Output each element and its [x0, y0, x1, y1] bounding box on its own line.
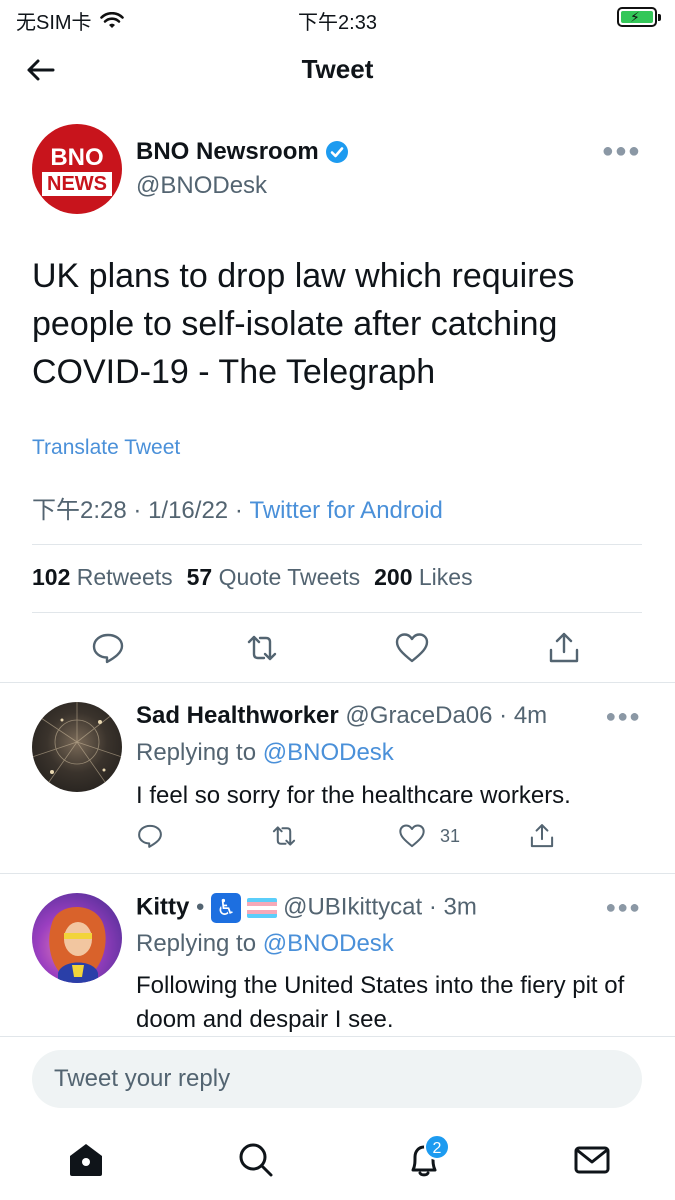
home-icon[interactable]: [66, 1140, 106, 1180]
avatar-image: [49, 906, 106, 983]
replying-prefix: Replying to: [136, 930, 257, 957]
reply-age: 4m: [513, 702, 548, 729]
messages-icon[interactable]: [572, 1140, 612, 1180]
divider: [0, 682, 675, 683]
share-icon[interactable]: [546, 630, 582, 666]
tweet-text: UK plans to drop law which requires peop…: [32, 257, 575, 391]
like-icon[interactable]: [394, 630, 430, 666]
reply-icon[interactable]: [136, 822, 164, 850]
likes-count: 200: [374, 564, 413, 590]
reply-author-handle[interactable]: @GraceDa06: [345, 702, 492, 729]
more-icon[interactable]: ●●●: [605, 706, 641, 727]
reply-author-name[interactable]: Kitty: [136, 893, 189, 920]
replying-to-link[interactable]: @BNODesk: [263, 930, 394, 957]
notifications-tab[interactable]: 2: [404, 1134, 450, 1180]
status-bar: 无SIM卡 下午2:33 ⚡: [0, 0, 675, 36]
reply-text: I feel so sorry for the healthcare worke…: [136, 782, 571, 809]
divider: [0, 873, 675, 874]
replying-prefix: Replying to: [136, 739, 257, 766]
tweet-date: 1/16/22: [148, 497, 229, 524]
reply-text: Following the United States into the fie…: [136, 972, 625, 1033]
meta-separator: ·: [133, 497, 149, 524]
tweet-source-link[interactable]: Twitter for Android: [249, 497, 442, 524]
search-icon[interactable]: [236, 1140, 276, 1180]
notifications-badge: 2: [424, 1134, 450, 1160]
tab-bar: 2: [0, 1126, 675, 1200]
tweet-time: 下午2:28: [32, 497, 127, 524]
reply-avatar[interactable]: [32, 702, 122, 792]
clock: 下午2:33: [298, 12, 377, 34]
meta-separator: ·: [234, 497, 250, 524]
avatar-image: [32, 702, 122, 792]
tweet-actions: [0, 630, 675, 670]
replying-to-link[interactable]: @BNODesk: [263, 739, 394, 766]
likes-label: Likes: [418, 564, 473, 590]
author-name[interactable]: BNO Newsroom: [136, 138, 349, 166]
avatar-logo-line2: NEWS: [42, 172, 112, 196]
divider: [32, 544, 642, 545]
likes-stat[interactable]: 200 Likes: [374, 564, 472, 591]
battery-icon: ⚡: [617, 7, 661, 27]
author-name-text: BNO Newsroom: [136, 138, 319, 165]
more-icon[interactable]: ●●●: [605, 897, 641, 918]
reply-input[interactable]: Tweet your reply: [32, 1050, 642, 1108]
like-icon[interactable]: [398, 822, 426, 850]
replying-to: Replying to @BNODesk: [136, 739, 394, 767]
reply-age: 3m: [443, 893, 477, 921]
reply-separator: ·: [422, 893, 444, 921]
reply-icon[interactable]: [90, 630, 126, 666]
author-handle[interactable]: @BNODesk: [136, 172, 267, 200]
top-header: Tweet: [0, 40, 675, 100]
retweets-count: 102: [32, 564, 71, 590]
verified-icon: [325, 141, 348, 163]
retweets-label: Retweets: [76, 564, 173, 590]
retweet-icon[interactable]: [270, 822, 298, 850]
quotes-label: Quote Tweets: [218, 564, 361, 590]
reply-header: Kitty • ♿ @UBIkittycat · 3m: [136, 893, 477, 923]
author-avatar[interactable]: BNO NEWS: [32, 124, 122, 214]
tweet-stats: 102 Retweets 57 Quote Tweets 200 Likes: [32, 564, 473, 591]
accessibility-icon: ♿: [211, 893, 242, 923]
retweets-stat[interactable]: 102 Retweets: [32, 564, 173, 591]
reply-author-name[interactable]: Sad Healthworker: [136, 702, 339, 729]
quotes-stat[interactable]: 57 Quote Tweets: [187, 564, 360, 591]
trans-flag-icon: [247, 898, 278, 918]
reply-author-handle[interactable]: @UBIkittycat: [283, 893, 422, 920]
more-icon[interactable]: ●●●: [602, 140, 641, 163]
reply-actions: 31: [0, 822, 675, 854]
share-icon[interactable]: [528, 822, 556, 850]
translate-tweet-link[interactable]: Translate Tweet: [32, 436, 180, 460]
page-title: Tweet: [301, 54, 374, 84]
tweet-meta: 下午2:28 · 1/16/22 · Twitter for Android: [32, 490, 443, 525]
avatar-logo-line1: BNO: [50, 144, 104, 171]
reply-avatar[interactable]: [32, 893, 122, 983]
reply-separator: ·: [492, 702, 514, 729]
replying-to: Replying to @BNODesk: [136, 930, 394, 958]
like-count: 31: [440, 826, 461, 846]
quotes-count: 57: [186, 564, 213, 590]
divider: [32, 612, 642, 613]
reply-header: Sad Healthworker @GraceDa06 · 4m: [136, 702, 547, 730]
name-separator: •: [196, 893, 205, 921]
retweet-icon[interactable]: [244, 630, 280, 666]
